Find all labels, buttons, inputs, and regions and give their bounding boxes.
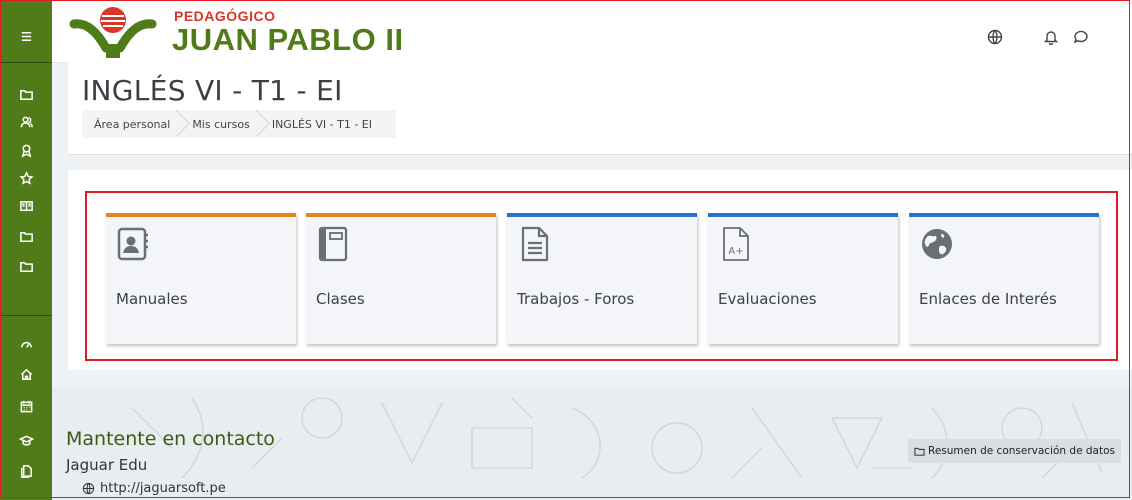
globe-icon[interactable] — [986, 28, 1004, 46]
tile-trabajos-foros[interactable]: Trabajos - Foros — [507, 213, 697, 344]
tile-clases[interactable]: Clases — [306, 213, 496, 344]
home-icon[interactable] — [0, 360, 52, 388]
tile-accent-bar — [507, 213, 697, 217]
tile-label: Clases — [316, 290, 365, 308]
logo-mark-icon — [69, 7, 157, 58]
sidebar-divider — [0, 62, 52, 63]
users-icon[interactable] — [0, 108, 52, 136]
globe-icon — [82, 482, 95, 495]
bell-icon[interactable] — [1042, 28, 1060, 46]
contact-title: Mantente en contacto — [66, 428, 275, 450]
tile-label: Trabajos - Foros — [517, 290, 635, 308]
tile-label: Evaluaciones — [718, 290, 817, 308]
page-title: INGLÉS VI - T1 - EI — [82, 74, 343, 107]
document-icon — [521, 226, 549, 262]
contact-website-url: http://jaguarsoft.pe — [100, 481, 226, 496]
tile-accent-bar — [708, 213, 898, 217]
files-icon[interactable] — [0, 456, 52, 484]
page-header: INGLÉS VI - T1 - EI Área personal Mis cu… — [68, 62, 1132, 155]
dashboard-icon[interactable] — [0, 330, 52, 358]
globe-icon — [922, 229, 952, 259]
tile-accent-bar — [106, 213, 296, 217]
star-icon[interactable] — [0, 164, 52, 192]
calendar-icon[interactable] — [0, 392, 52, 420]
folder-icon[interactable] — [0, 252, 52, 280]
tile-label: Enlaces de Interés — [919, 290, 1057, 308]
svg-text:A+: A+ — [728, 246, 743, 257]
folder-icon[interactable] — [0, 80, 52, 108]
tile-manuales[interactable]: Manuales — [106, 213, 296, 344]
contact-book-icon — [117, 227, 148, 261]
folder-icon — [914, 447, 925, 456]
sidebar-divider — [0, 315, 52, 316]
tile-evaluaciones[interactable]: A+ Evaluaciones — [708, 213, 898, 344]
graduation-cap-icon[interactable] — [0, 426, 52, 454]
top-navbar: PEDAGÓGICO JUAN PABLO II — [52, 0, 1132, 63]
data-retention-summary-button[interactable]: Resumen de conservación de datos — [908, 439, 1121, 463]
chat-icon[interactable] — [1072, 28, 1090, 46]
badge-icon[interactable] — [0, 136, 52, 164]
notebook-icon — [318, 226, 348, 262]
contact-organization: Jaguar Edu — [66, 456, 148, 474]
page-footer: Mantente en contacto Jaguar Edu http://j… — [52, 388, 1132, 500]
breadcrumb-item-mis-cursos[interactable]: Mis cursos — [180, 110, 260, 138]
menu-icon[interactable] — [0, 22, 52, 50]
site-logo[interactable]: PEDAGÓGICO JUAN PABLO II — [68, 4, 403, 60]
book-icon[interactable] — [0, 192, 52, 220]
tile-enlaces-de-interes[interactable]: Enlaces de Interés — [909, 213, 1099, 344]
sidebar — [0, 0, 52, 500]
breadcrumb-item-area-personal[interactable]: Área personal — [82, 110, 180, 138]
logo-title: JUAN PABLO II — [172, 22, 404, 57]
tile-accent-bar — [909, 213, 1099, 217]
folder-icon[interactable] — [0, 222, 52, 250]
contact-website-link[interactable]: http://jaguarsoft.pe — [82, 481, 226, 496]
grade-document-icon: A+ — [723, 227, 749, 261]
breadcrumb: Área personal Mis cursos INGLÉS VI - T1 … — [82, 110, 396, 138]
tile-accent-bar — [306, 213, 496, 217]
tile-label: Manuales — [116, 290, 188, 308]
breadcrumb-item-current-course[interactable]: INGLÉS VI - T1 - EI — [260, 110, 382, 138]
